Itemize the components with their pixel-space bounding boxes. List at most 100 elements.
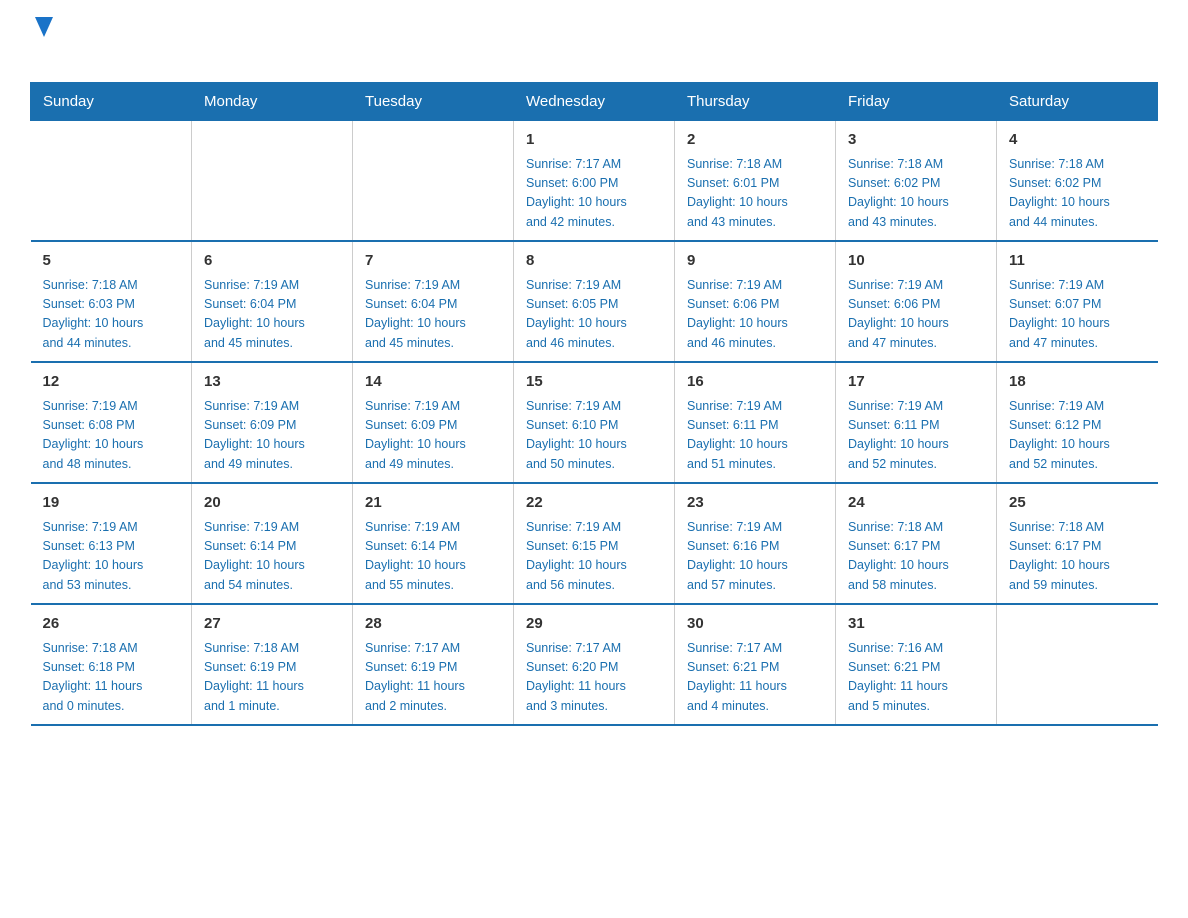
- day-number: 17: [848, 371, 984, 394]
- calendar-cell: 30 Sunrise: 7:17 AMSunset: 6:21 PMDayligh…: [675, 604, 836, 725]
- day-info: Sunrise: 7:18 AMSunset: 6:02 PMDaylight:…: [1009, 155, 1146, 233]
- calendar-cell: 2Sunrise: 7:18 AMSunset: 6:01 PMDaylight…: [675, 121, 836, 242]
- day-number: 31: [848, 613, 984, 636]
- day-info: Sunrise: 7:19 AMSunset: 6:07 PMDaylight:…: [1009, 276, 1146, 354]
- day-info: Sunrise: 7:17 AMSunset: 6:21 PMDaylight:…: [687, 639, 823, 717]
- day-info: Sunrise: 7:17 AMSunset: 6:20 PMDaylight:…: [526, 639, 662, 717]
- day-number: 9: [687, 250, 823, 273]
- day-info: Sunrise: 7:19 AMSunset: 6:14 PMDaylight:…: [365, 518, 501, 596]
- day-info: Sunrise: 7:18 AMSunset: 6:17 PMDaylight:…: [1009, 518, 1146, 596]
- day-info: Sunrise: 7:19 AMSunset: 6:05 PMDaylight:…: [526, 276, 662, 354]
- day-info: Sunrise: 7:19 AMSunset: 6:13 PMDaylight:…: [43, 518, 180, 596]
- day-info: Sunrise: 7:17 AMSunset: 6:19 PMDaylight:…: [365, 639, 501, 717]
- day-number: 20: [204, 492, 340, 515]
- header-monday: Monday: [192, 83, 353, 121]
- day-number: 29: [526, 613, 662, 636]
- calendar-cell: [31, 121, 192, 242]
- calendar-cell: 31Sunrise: 7:16 AMSunset: 6:21 PMDayligh…: [836, 604, 997, 725]
- calendar-cell: 4Sunrise: 7:18 AMSunset: 6:02 PMDaylight…: [997, 121, 1158, 242]
- day-number: 14: [365, 371, 501, 394]
- day-info: Sunrise: 7:19 AMSunset: 6:06 PMDaylight:…: [848, 276, 984, 354]
- day-info: Sunrise: 7:19 AMSunset: 6:09 PMDaylight:…: [204, 397, 340, 475]
- day-number: 3: [848, 129, 984, 152]
- day-info: Sunrise: 7:19 AMSunset: 6:04 PMDaylight:…: [204, 276, 340, 354]
- calendar-week-row: 5 Sunrise: 7:18 AMSunset: 6:03 PMDaylight…: [31, 241, 1158, 362]
- day-info: Sunrise: 7:19 AMSunset: 6:04 PMDaylight:…: [365, 276, 501, 354]
- calendar-cell: 26 Sunrise: 7:18 AMSunset: 6:18 PMDayligh…: [31, 604, 192, 725]
- day-number: 7: [365, 250, 501, 273]
- calendar-cell: 18Sunrise: 7:19 AMSunset: 6:12 PMDayligh…: [997, 362, 1158, 483]
- calendar-header-row: Sunday Monday Tuesday Wednesday Thursday…: [31, 83, 1158, 121]
- day-number: 16: [687, 371, 823, 394]
- day-info: Sunrise: 7:19 AMSunset: 6:15 PMDaylight:…: [526, 518, 662, 596]
- day-number: 19: [43, 492, 180, 515]
- calendar-week-row: 19 Sunrise: 7:19 AMSunset: 6:13 PMDayligh…: [31, 483, 1158, 604]
- calendar-cell: 5 Sunrise: 7:18 AMSunset: 6:03 PMDaylight…: [31, 241, 192, 362]
- calendar-cell: 3 Sunrise: 7:18 AMSunset: 6:02 PMDaylight…: [836, 121, 997, 242]
- day-number: 30: [687, 613, 823, 636]
- calendar-cell: 1Sunrise: 7:17 AMSunset: 6:00 PMDaylight…: [514, 121, 675, 242]
- calendar-cell: 14 Sunrise: 7:19 AMSunset: 6:09 PMDayligh…: [353, 362, 514, 483]
- day-info: Sunrise: 7:19 AMSunset: 6:09 PMDaylight:…: [365, 397, 501, 475]
- header-thursday: Thursday: [675, 83, 836, 121]
- calendar-cell: [353, 121, 514, 242]
- day-number: 12: [43, 371, 180, 394]
- day-info: Sunrise: 7:19 AMSunset: 6:10 PMDaylight:…: [526, 397, 662, 475]
- day-number: 24: [848, 492, 984, 515]
- day-number: 18: [1009, 371, 1146, 394]
- calendar-cell: 25 Sunrise: 7:18 AMSunset: 6:17 PMDayligh…: [997, 483, 1158, 604]
- calendar-cell: 19 Sunrise: 7:19 AMSunset: 6:13 PMDayligh…: [31, 483, 192, 604]
- header-tuesday: Tuesday: [353, 83, 514, 121]
- calendar-cell: 10 Sunrise: 7:19 AMSunset: 6:06 PMDayligh…: [836, 241, 997, 362]
- day-info: Sunrise: 7:18 AMSunset: 6:19 PMDaylight:…: [204, 639, 340, 717]
- day-number: 2: [687, 129, 823, 152]
- day-info: Sunrise: 7:19 AMSunset: 6:08 PMDaylight:…: [43, 397, 180, 475]
- calendar-cell: 6 Sunrise: 7:19 AMSunset: 6:04 PMDaylight…: [192, 241, 353, 362]
- calendar-cell: [192, 121, 353, 242]
- day-info: Sunrise: 7:19 AMSunset: 6:11 PMDaylight:…: [687, 397, 823, 475]
- calendar-week-row: 1Sunrise: 7:17 AMSunset: 6:00 PMDaylight…: [31, 121, 1158, 242]
- day-number: 1: [526, 129, 662, 152]
- header-sunday: Sunday: [31, 83, 192, 121]
- page-header: [30, 20, 1158, 72]
- day-number: 8: [526, 250, 662, 273]
- calendar-cell: 24 Sunrise: 7:18 AMSunset: 6:17 PMDayligh…: [836, 483, 997, 604]
- calendar-cell: 23Sunrise: 7:19 AMSunset: 6:16 PMDayligh…: [675, 483, 836, 604]
- day-number: 15: [526, 371, 662, 394]
- day-info: Sunrise: 7:18 AMSunset: 6:03 PMDaylight:…: [43, 276, 180, 354]
- day-number: 5: [43, 250, 180, 273]
- header-friday: Friday: [836, 83, 997, 121]
- day-info: Sunrise: 7:18 AMSunset: 6:17 PMDaylight:…: [848, 518, 984, 596]
- day-number: 25: [1009, 492, 1146, 515]
- day-info: Sunrise: 7:19 AMSunset: 6:14 PMDaylight:…: [204, 518, 340, 596]
- day-number: 10: [848, 250, 984, 273]
- calendar-cell: 21 Sunrise: 7:19 AMSunset: 6:14 PMDayligh…: [353, 483, 514, 604]
- calendar-cell: 15 Sunrise: 7:19 AMSunset: 6:10 PMDayligh…: [514, 362, 675, 483]
- calendar-cell: 22Sunrise: 7:19 AMSunset: 6:15 PMDayligh…: [514, 483, 675, 604]
- day-number: 28: [365, 613, 501, 636]
- calendar-cell: [997, 604, 1158, 725]
- logo: [30, 20, 53, 72]
- calendar-table: Sunday Monday Tuesday Wednesday Thursday…: [30, 82, 1158, 726]
- day-number: 23: [687, 492, 823, 515]
- header-saturday: Saturday: [997, 83, 1158, 121]
- calendar-week-row: 12 Sunrise: 7:19 AMSunset: 6:08 PMDayligh…: [31, 362, 1158, 483]
- day-number: 11: [1009, 250, 1146, 273]
- day-info: Sunrise: 7:19 AMSunset: 6:06 PMDaylight:…: [687, 276, 823, 354]
- day-number: 6: [204, 250, 340, 273]
- calendar-cell: 13Sunrise: 7:19 AMSunset: 6:09 PMDayligh…: [192, 362, 353, 483]
- calendar-cell: 20 Sunrise: 7:19 AMSunset: 6:14 PMDayligh…: [192, 483, 353, 604]
- day-info: Sunrise: 7:18 AMSunset: 6:18 PMDaylight:…: [43, 639, 180, 717]
- calendar-cell: 8 Sunrise: 7:19 AMSunset: 6:05 PMDaylight…: [514, 241, 675, 362]
- day-number: 21: [365, 492, 501, 515]
- day-number: 26: [43, 613, 180, 636]
- calendar-cell: 11 Sunrise: 7:19 AMSunset: 6:07 PMDayligh…: [997, 241, 1158, 362]
- calendar-cell: 12 Sunrise: 7:19 AMSunset: 6:08 PMDayligh…: [31, 362, 192, 483]
- calendar-cell: 7 Sunrise: 7:19 AMSunset: 6:04 PMDaylight…: [353, 241, 514, 362]
- logo-arrow-icon: [32, 20, 53, 38]
- calendar-cell: 17 Sunrise: 7:19 AMSunset: 6:11 PMDayligh…: [836, 362, 997, 483]
- day-info: Sunrise: 7:19 AMSunset: 6:11 PMDaylight:…: [848, 397, 984, 475]
- header-wednesday: Wednesday: [514, 83, 675, 121]
- day-info: Sunrise: 7:18 AMSunset: 6:02 PMDaylight:…: [848, 155, 984, 233]
- day-number: 27: [204, 613, 340, 636]
